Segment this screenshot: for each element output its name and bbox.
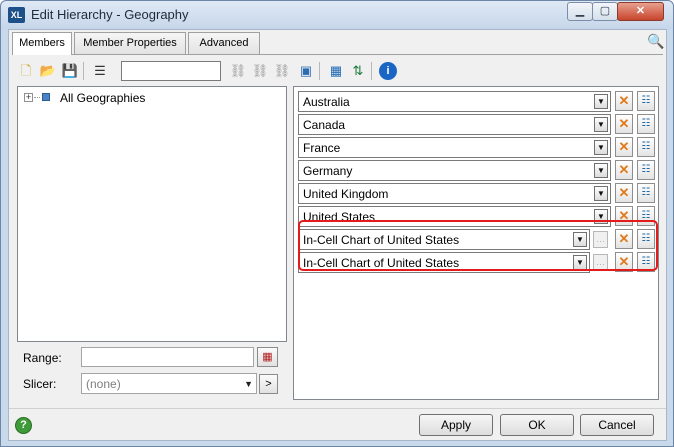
member-properties-button[interactable]: ☷ [637,91,655,111]
help-icon[interactable]: ? [15,417,32,434]
app-logo-icon: XL [8,7,25,23]
chevron-down-icon[interactable]: ▼ [594,94,608,109]
delete-member-button[interactable]: ✕ [615,160,633,180]
minimize-button[interactable]: ▁ [567,2,593,21]
member-value: Germany [303,164,353,178]
slicer-value: (none) [86,377,121,391]
hierarchy-tree: + All Geographies [17,86,287,342]
members-list: Australia ▼ ✕ ☷ Canada ▼ ✕ ☷ France ▼ ✕ … [293,86,659,400]
slicer-label: Slicer: [23,377,57,391]
info-icon[interactable]: i [379,62,397,80]
member-properties-button[interactable]: ☷ [637,183,655,203]
chevron-down-icon[interactable]: ▼ [594,140,608,155]
chevron-down-icon[interactable]: ▼ [594,209,608,224]
dialog-window: XL Edit Hierarchy - Geography ▁ ▢ ✕ Memb… [0,0,674,447]
member-properties-button[interactable]: ☷ [637,137,655,157]
member-dropdown[interactable]: United Kingdom ▼ [298,183,611,204]
chevron-down-icon[interactable]: ▼ [594,186,608,201]
delete-member-button[interactable]: ✕ [615,252,633,272]
member-dropdown[interactable]: Germany ▼ [298,160,611,181]
member-value: France [303,141,341,155]
tab-member-properties[interactable]: Member Properties [74,32,186,54]
member-icon [42,93,50,101]
chart-member-dropdown[interactable]: In-Cell Chart of United States ▼ [298,252,590,273]
save-icon[interactable]: 💾 [61,62,79,80]
chart-member-dropdown[interactable]: In-Cell Chart of United States ▼ [298,229,590,250]
tree-node-label: All Geographies [60,91,146,105]
slicer-go-button[interactable]: > [259,374,278,394]
member-value: United Kingdom [303,187,389,201]
chevron-down-icon[interactable]: ▼ [573,255,587,270]
chevron-down-icon[interactable]: ▼ [594,117,608,132]
member-row: Germany ▼ ✕ ☷ [298,160,658,181]
member-value: United States [303,210,376,224]
calendar-icon[interactable]: ▦ [327,62,345,80]
sort-icon[interactable]: ⇅ [349,62,367,80]
tab-members[interactable]: Members [12,32,72,55]
dialog-body: Members Member Properties Advanced 🔍 🗋 📂… [8,29,667,441]
delete-member-button[interactable]: ✕ [615,183,633,203]
tab-divider [12,54,663,55]
member-properties-button[interactable]: ☷ [637,206,655,226]
tree-icon[interactable]: ☰ [91,62,109,80]
delete-member-button[interactable]: ✕ [615,137,633,157]
toolbar-search-input[interactable] [121,61,221,81]
member-row: United States ▼ ✕ ☷ [298,206,658,227]
member-value: Australia [303,95,350,109]
apply-button[interactable]: Apply [419,414,493,436]
close-button[interactable]: ✕ [617,2,664,21]
member-value: In-Cell Chart of United States [303,233,460,247]
delete-member-button[interactable]: ✕ [615,206,633,226]
member-dropdown[interactable]: United States ▼ [298,206,611,227]
delete-member-button[interactable]: ✕ [615,229,633,249]
chevron-down-icon[interactable]: ▼ [594,163,608,178]
member-properties-button[interactable]: ☷ [637,160,655,180]
window-title: Edit Hierarchy - Geography [31,7,189,22]
member-row: Australia ▼ ✕ ☷ [298,91,658,112]
chevron-down-icon: ▼ [244,379,253,389]
footer-divider [9,408,666,409]
tree-connector [34,97,40,98]
expand-icon[interactable]: + [24,93,33,102]
toolbar-separator [83,62,84,80]
link-icon[interactable]: ⛓ [229,62,247,80]
member-properties-button[interactable]: ☷ [637,229,655,249]
delete-member-button[interactable]: ✕ [615,114,633,134]
member-row: In-Cell Chart of United States ▼ … ✕ ☷ [298,252,658,273]
tab-advanced[interactable]: Advanced [188,32,260,54]
ellipsis-button: … [593,254,608,271]
chevron-down-icon[interactable]: ▼ [573,232,587,247]
ok-button[interactable]: OK [500,414,574,436]
open-icon[interactable]: 📂 [39,62,57,80]
member-row: United Kingdom ▼ ✕ ☷ [298,183,658,204]
member-properties-button[interactable]: ☷ [637,252,655,272]
range-label: Range: [23,351,62,365]
member-row: In-Cell Chart of United States ▼ … ✕ ☷ [298,229,658,250]
link-remove-icon[interactable]: ⛓ [273,62,291,80]
delete-member-button[interactable]: ✕ [615,91,633,111]
ellipsis-button: … [593,231,608,248]
zoom-icon[interactable]: 🔍 [647,33,664,50]
member-properties-button[interactable]: ☷ [637,114,655,134]
title-bar: XL Edit Hierarchy - Geography ▁ ▢ ✕ [1,1,673,29]
toolbar-separator [371,62,372,80]
cancel-button[interactable]: Cancel [580,414,654,436]
member-dropdown[interactable]: Australia ▼ [298,91,611,112]
member-row: France ▼ ✕ ☷ [298,137,658,158]
toolbar-separator [319,62,320,80]
member-dropdown[interactable]: France ▼ [298,137,611,158]
maximize-button[interactable]: ▢ [592,2,618,21]
member-dropdown[interactable]: Canada ▼ [298,114,611,135]
slicer-dropdown[interactable]: (none) ▼ [81,373,257,394]
member-row: Canada ▼ ✕ ☷ [298,114,658,135]
new-icon[interactable]: 🗋 [17,62,35,80]
member-value: In-Cell Chart of United States [303,256,460,270]
member-value: Canada [303,118,346,132]
browse-icon[interactable]: ▣ [297,62,315,80]
range-input[interactable] [81,347,254,367]
link-add-icon[interactable]: ⛓ [251,62,269,80]
range-picker-icon[interactable]: ▦ [257,347,278,367]
